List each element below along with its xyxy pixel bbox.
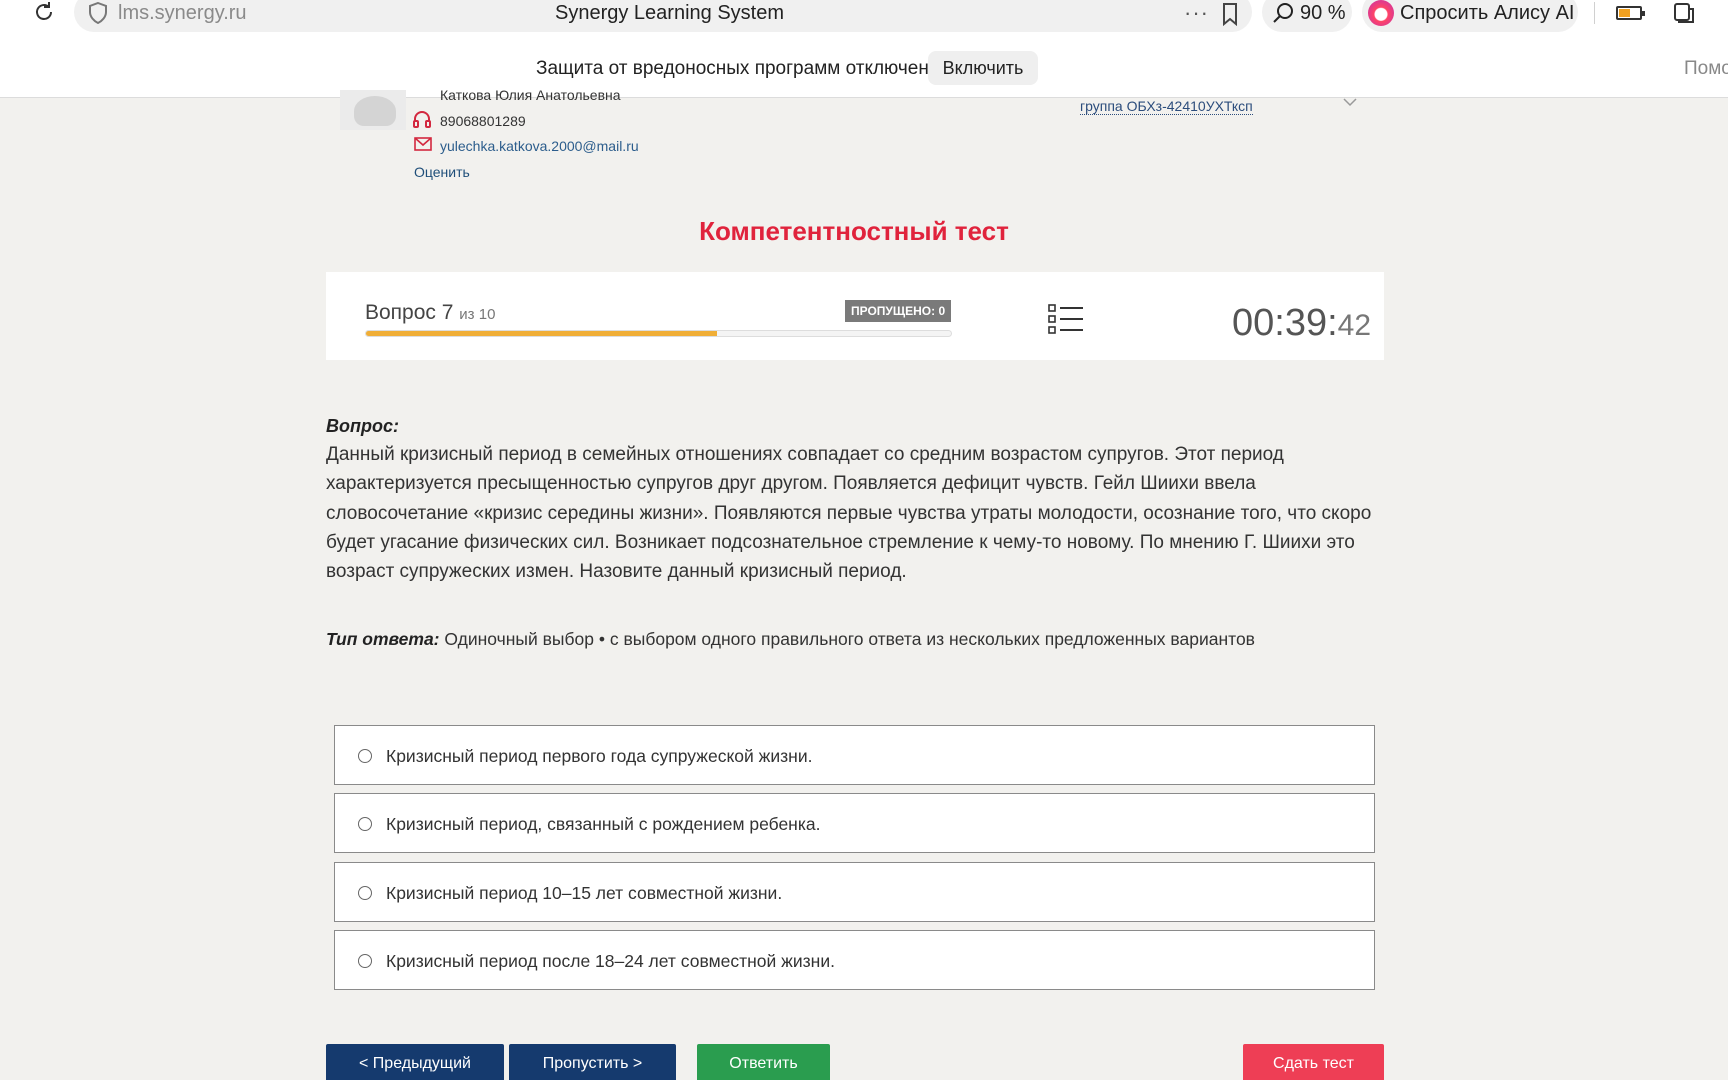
- question-number: 7: [441, 301, 454, 324]
- tutor-phone: 89068801289: [440, 113, 526, 129]
- test-title: Компетентностный тест: [699, 216, 1009, 246]
- alice-label[interactable]: Спросить Алису AI: [1400, 2, 1574, 25]
- question-counter-label: Вопрос: [365, 301, 436, 324]
- answer-option[interactable]: Кризисный период 10–15 лет совместной жи…: [334, 862, 1375, 922]
- submit-test-button[interactable]: Сдать тест: [1243, 1044, 1384, 1080]
- countdown-timer: 00:39:42: [1232, 302, 1371, 345]
- radio-button[interactable]: [358, 817, 372, 831]
- radio-button[interactable]: [358, 749, 372, 763]
- answer-type-label: Тип ответа:: [326, 629, 440, 649]
- answer-type: Тип ответа: Одиночный выбор • с выбором …: [326, 629, 1426, 650]
- answer-type-value: Одиночный выбор • с выбором одного прави…: [444, 629, 1255, 649]
- extensions-icon[interactable]: [1672, 0, 1696, 26]
- radio-button[interactable]: [358, 886, 372, 900]
- question-counter: Вопрос 7 из 10: [365, 301, 495, 325]
- headset-icon: [412, 110, 432, 130]
- skipped-badge: ПРОПУЩЕНО: 0: [845, 300, 952, 322]
- radio-button[interactable]: [358, 954, 372, 968]
- chevron-down-icon[interactable]: [1342, 94, 1358, 107]
- answer-button[interactable]: Ответить: [697, 1044, 830, 1080]
- question-list-icon[interactable]: [1048, 303, 1084, 335]
- skip-button[interactable]: Пропустить >: [509, 1044, 676, 1080]
- protection-notice: Защита от вредоносных программ отключена: [536, 58, 940, 79]
- tutor-name: Каткова Юлия Анатольевна: [440, 89, 621, 101]
- timer-main: 00:39:: [1232, 302, 1338, 344]
- shield-icon[interactable]: [88, 1, 108, 25]
- zoom-search-icon[interactable]: [1272, 2, 1296, 24]
- question-total: из 10: [459, 306, 496, 323]
- answer-option[interactable]: Кризисный период, связанный с рождением …: [334, 793, 1375, 853]
- answer-option[interactable]: Кризисный период первого года супружеско…: [334, 725, 1375, 785]
- progress-bar: [365, 330, 952, 337]
- zoom-level[interactable]: 90 %: [1300, 2, 1346, 25]
- toolbar-separator: [1594, 2, 1595, 24]
- progress-bar-fill: [366, 331, 717, 336]
- answer-option-label[interactable]: Кризисный период первого года супружеско…: [386, 746, 812, 767]
- avatar: [340, 90, 406, 130]
- question-label: Вопрос:: [326, 416, 399, 436]
- more-dots-icon[interactable]: ···: [1184, 0, 1209, 26]
- answer-option-label[interactable]: Кризисный период 10–15 лет совместной жи…: [386, 883, 782, 904]
- browser-page-title: Synergy Learning System: [555, 2, 785, 24]
- answer-option-label[interactable]: Кризисный период, связанный с рождением …: [386, 814, 820, 835]
- previous-button[interactable]: < Предыдущий: [326, 1044, 504, 1080]
- rate-link[interactable]: Оценить: [414, 164, 470, 180]
- help-link[interactable]: Помо: [1684, 58, 1728, 80]
- mail-icon: [414, 137, 432, 151]
- enable-protection-button[interactable]: Включить: [928, 51, 1038, 85]
- answer-option[interactable]: Кризисный период после 18–24 лет совмест…: [334, 930, 1375, 990]
- address-url[interactable]: lms.synergy.ru: [118, 2, 247, 25]
- battery-icon[interactable]: [1616, 6, 1645, 20]
- bookmark-icon[interactable]: [1220, 2, 1240, 27]
- group-link[interactable]: группа ОБХз-42410УХТксп: [1080, 98, 1253, 115]
- answer-option-label[interactable]: Кризисный период после 18–24 лет совмест…: [386, 951, 835, 972]
- tutor-email-link[interactable]: yulechka.katkova.2000@mail.ru: [440, 138, 639, 154]
- alice-icon[interactable]: [1368, 0, 1394, 26]
- timer-seconds: 42: [1337, 309, 1372, 342]
- reload-icon[interactable]: [32, 0, 58, 26]
- question-text: Данный кризисный период в семейных отнош…: [326, 444, 1372, 583]
